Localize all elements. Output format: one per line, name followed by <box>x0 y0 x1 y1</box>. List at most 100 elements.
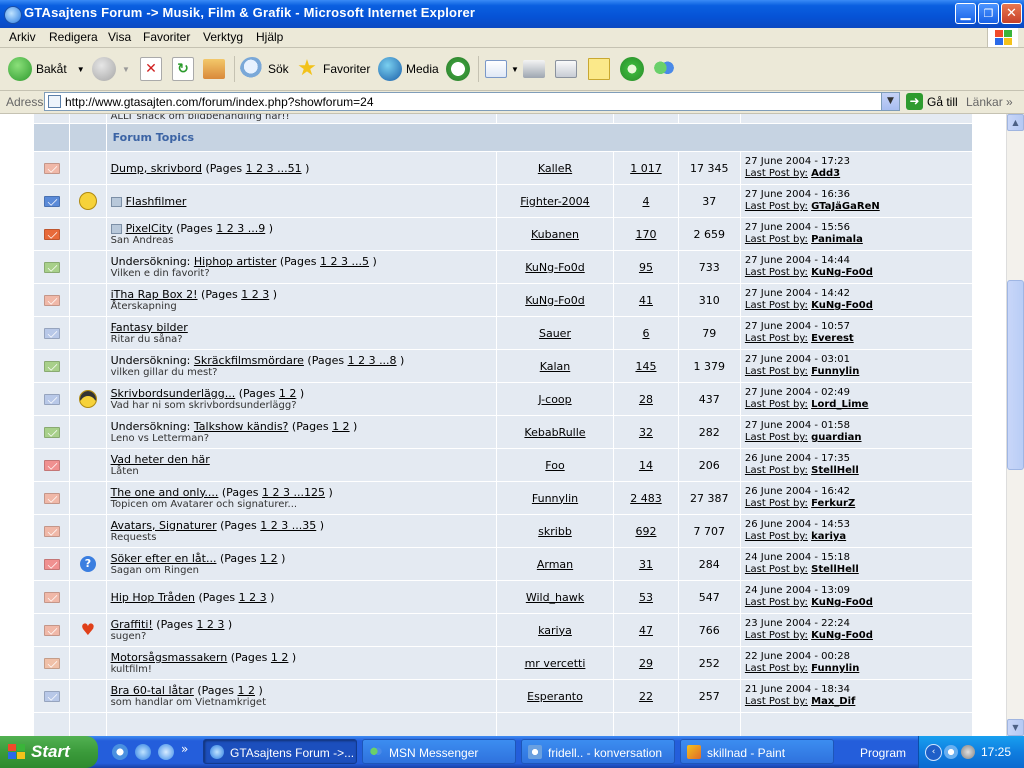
topic-replies-link[interactable]: 692 <box>635 525 656 538</box>
icq-button[interactable] <box>620 55 648 83</box>
topic-author-link[interactable]: KebabRulle <box>524 426 585 439</box>
topic-title-link[interactable]: Fantasy bilder <box>111 321 188 334</box>
topic-title-link[interactable]: Talkshow kändis? <box>194 420 289 433</box>
topic-author-link[interactable]: Foo <box>545 459 564 472</box>
topic-page-links[interactable]: 1 2 3 ...5 <box>320 255 369 268</box>
vertical-scrollbar[interactable]: ▲ ▼ <box>1006 114 1024 736</box>
last-post-user-link[interactable]: Funnylin <box>811 663 859 674</box>
last-post-label[interactable]: Last Post by: <box>745 531 808 542</box>
scroll-down-button[interactable]: ▼ <box>1007 719 1024 736</box>
topic-replies-link[interactable]: 22 <box>639 690 653 703</box>
topic-author-link[interactable]: Kalan <box>540 360 571 373</box>
minimize-button[interactable]: ▁ <box>955 3 976 24</box>
task-paint[interactable]: skillnad - Paint <box>680 739 834 764</box>
topic-replies-link[interactable]: 6 <box>642 327 649 340</box>
last-post-label[interactable]: Last Post by: <box>745 696 808 707</box>
topic-page-links[interactable]: 1 2 3 ...125 <box>262 486 325 499</box>
last-post-label[interactable]: Last Post by: <box>745 234 808 245</box>
topic-page-links[interactable]: 1 2 3 ...51 <box>246 162 302 175</box>
topic-author-link[interactable]: KalleR <box>538 162 572 175</box>
topic-title-link[interactable]: Söker efter en låt... <box>111 552 217 565</box>
menu-redigera[interactable]: Redigera <box>49 30 98 44</box>
topic-replies-link[interactable]: 28 <box>639 393 653 406</box>
scroll-thumb[interactable] <box>1007 280 1024 470</box>
topic-author-link[interactable]: skribb <box>538 525 572 538</box>
last-post-label[interactable]: Last Post by: <box>745 630 808 641</box>
last-post-user-link[interactable]: kariya <box>811 531 846 542</box>
topic-replies-link[interactable]: 95 <box>639 261 653 274</box>
program-toolbar[interactable]: Program <box>860 746 906 760</box>
topic-replies-link[interactable]: 32 <box>639 426 653 439</box>
favorites-button[interactable]: ★ Favoriter <box>295 55 370 83</box>
title-bar[interactable]: GTAsajtens Forum -> Musik, Film & Grafik… <box>0 0 1024 28</box>
topic-page-links[interactable]: 1 2 <box>260 552 278 565</box>
topic-page-links[interactable]: 1 2 3 <box>241 288 269 301</box>
topic-author-link[interactable]: J-coop <box>538 393 571 406</box>
topic-preview-icon[interactable] <box>110 223 122 234</box>
last-post-user-link[interactable]: Panimala <box>811 234 863 245</box>
topic-title-link[interactable]: PixelCity <box>126 222 173 235</box>
topic-author-link[interactable]: mr vercetti <box>525 657 586 670</box>
last-post-user-link[interactable]: GTaJäGaReN <box>811 201 880 212</box>
print-button[interactable] <box>523 55 549 83</box>
scroll-up-button[interactable]: ▲ <box>1007 114 1024 131</box>
restore-button[interactable]: ❐ <box>978 3 999 24</box>
topic-author-link[interactable]: Arman <box>537 558 573 571</box>
topic-title-link[interactable]: Skräckfilmsmördare <box>194 354 304 367</box>
menu-hjalp[interactable]: Hjälp <box>256 30 283 44</box>
last-post-user-link[interactable]: KuNg-Fo0d <box>811 267 873 278</box>
topic-title-link[interactable]: Graffiti! <box>111 618 153 631</box>
topic-replies-link[interactable]: 4 <box>642 195 649 208</box>
topic-replies-link[interactable]: 170 <box>635 228 656 241</box>
last-post-user-link[interactable]: Lord_Lime <box>811 399 868 410</box>
links-button[interactable]: Länkar » <box>966 95 1013 109</box>
last-post-user-link[interactable]: StellHell <box>811 465 859 476</box>
topic-author-link[interactable]: Sauer <box>539 327 571 340</box>
last-post-user-link[interactable]: guardian <box>811 432 861 443</box>
topic-replies-link[interactable]: 2 483 <box>630 492 662 505</box>
address-input[interactable]: http://www.gtasajten.com/forum/index.php… <box>44 92 900 111</box>
topic-page-links[interactable]: 1 2 3 ...9 <box>216 222 265 235</box>
topic-author-link[interactable]: KuNg-Fo0d <box>525 294 584 307</box>
menu-favoriter[interactable]: Favoriter <box>143 30 190 44</box>
topic-page-links[interactable]: 1 2 <box>279 387 297 400</box>
topic-page-links[interactable]: 1 2 3 <box>239 591 267 604</box>
tray-expand-icon[interactable]: ‹ <box>925 744 942 761</box>
topic-title-link[interactable]: The one and only.... <box>111 486 219 499</box>
messenger-button[interactable] <box>652 55 680 83</box>
topic-author-link[interactable]: Esperanto <box>527 690 583 703</box>
topic-title-link[interactable]: Vad heter den här <box>111 453 210 466</box>
topic-replies-link[interactable]: 53 <box>639 591 653 604</box>
last-post-label[interactable]: Last Post by: <box>745 201 808 212</box>
topic-author-link[interactable]: KuNg-Fo0d <box>525 261 584 274</box>
topic-page-links[interactable]: 1 2 <box>271 651 289 664</box>
last-post-label[interactable]: Last Post by: <box>745 399 808 410</box>
topic-replies-link[interactable]: 1 017 <box>630 162 662 175</box>
start-button[interactable]: Start <box>0 736 98 768</box>
topic-page-links[interactable]: 1 2 <box>238 684 256 697</box>
refresh-button[interactable]: ↻ <box>172 55 198 83</box>
topic-replies-link[interactable]: 41 <box>639 294 653 307</box>
address-dropdown-icon[interactable]: ▼ <box>881 93 899 110</box>
topic-title-link[interactable]: Hiphop artister <box>194 255 276 268</box>
topic-title-link[interactable]: Bra 60-tal låtar <box>111 684 194 697</box>
topic-replies-link[interactable]: 29 <box>639 657 653 670</box>
topic-page-links[interactable]: 1 2 3 ...8 <box>348 354 397 367</box>
back-dropdown-icon[interactable]: ▼ <box>77 65 85 74</box>
tray-network-icon[interactable] <box>944 745 958 759</box>
quicklaunch-ie-icon[interactable] <box>135 744 151 760</box>
edit-button[interactable] <box>555 55 581 83</box>
quicklaunch-chevron-icon[interactable]: » <box>181 742 188 756</box>
last-post-label[interactable]: Last Post by: <box>745 333 808 344</box>
last-post-label[interactable]: Last Post by: <box>745 465 808 476</box>
topic-title-link[interactable]: Hip Hop Tråden <box>111 591 195 604</box>
topic-replies-link[interactable]: 47 <box>639 624 653 637</box>
back-button[interactable]: Bakåt ▼ <box>8 55 85 83</box>
quicklaunch-messenger-icon[interactable] <box>112 744 128 760</box>
task-ie[interactable]: GTAsajtens Forum ->... <box>203 739 357 764</box>
topic-author-link[interactable]: Wild_hawk <box>526 591 584 604</box>
last-post-label[interactable]: Last Post by: <box>745 564 808 575</box>
topic-replies-link[interactable]: 145 <box>635 360 656 373</box>
last-post-label[interactable]: Last Post by: <box>745 663 808 674</box>
last-post-label[interactable]: Last Post by: <box>745 267 808 278</box>
